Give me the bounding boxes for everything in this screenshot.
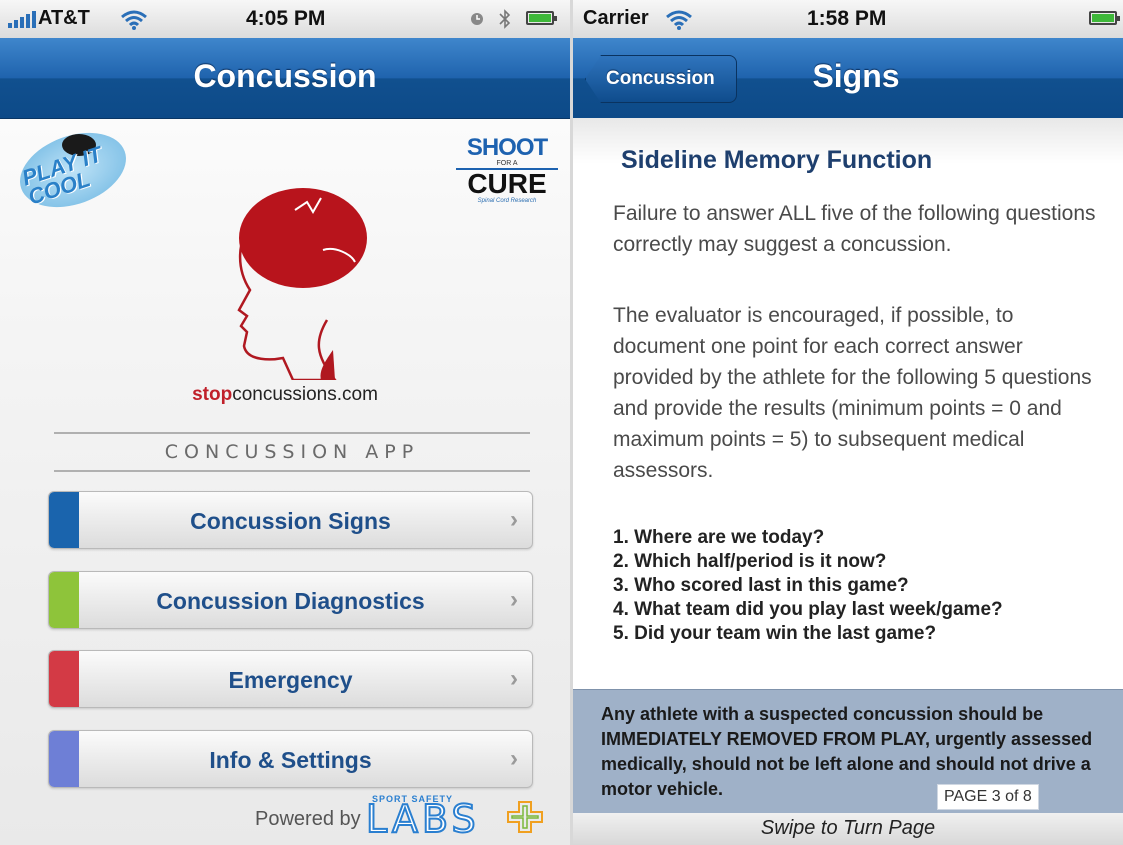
concussion-diagnostics-button[interactable]: Concussion Diagnostics › [48, 571, 533, 629]
play-it-cool-logo: PLAY IT COOL [8, 119, 137, 221]
shoot-for-a-cure-logo: SHOOT FOR A CURE Spinal Cord Research [456, 136, 558, 204]
carrier-name: AT&T [38, 7, 90, 29]
question-list: 1. Where are we today? 2. Which half/per… [613, 526, 1113, 646]
nav-title: Concussion [193, 58, 377, 94]
carrier-name: Carrier [583, 7, 649, 29]
website-link-rest: concussions.com [232, 384, 378, 405]
accent-bar [49, 492, 79, 548]
page-indicator: PAGE 3 of 8 [937, 784, 1039, 810]
concussion-signs-button[interactable]: Concussion Signs › [48, 491, 533, 549]
list-item: 5. Did your team win the last game? [613, 623, 937, 644]
accent-bar [49, 731, 79, 787]
app-banner: CONCUSSION APP [54, 432, 530, 472]
nav-bar: Concussion Signs [573, 38, 1123, 119]
clock-icon [471, 13, 483, 25]
left-screen: AT&T 4:05 PM Concussion PLAY IT COOL SHOO… [0, 0, 570, 845]
cross-emblem-icon [507, 801, 543, 833]
warning-box: Any athlete with a suspected concussion … [573, 689, 1123, 814]
list-item: 1. Where are we today? [613, 527, 825, 548]
emergency-button[interactable]: Emergency › [48, 650, 533, 708]
button-label: Concussion Diagnostics [156, 588, 425, 614]
powered-by-label: Powered by [255, 808, 361, 830]
battery-icon [1089, 11, 1120, 25]
intro-paragraph: Failure to answer ALL five of the follow… [613, 202, 1096, 256]
status-bar: Carrier 1:58 PM [573, 0, 1123, 38]
section-title: Sideline Memory Function [621, 146, 933, 174]
chevron-right-icon: › [510, 665, 518, 692]
wifi-icon [666, 10, 692, 30]
signal-bars-icon [8, 10, 36, 28]
status-time: 1:58 PM [807, 7, 887, 30]
button-label: Emergency [228, 667, 353, 693]
status-time: 4:05 PM [246, 7, 326, 30]
battery-icon [526, 11, 557, 25]
status-bar: AT&T 4:05 PM [0, 0, 570, 38]
chevron-right-icon: › [510, 586, 518, 613]
button-label: Concussion Signs [190, 508, 391, 534]
chevron-right-icon: › [510, 506, 518, 533]
nav-title: Signs [812, 58, 900, 94]
nav-bar: Concussion [0, 38, 570, 119]
chevron-right-icon: › [510, 745, 518, 772]
website-link[interactable]: stopconcussions.com [0, 384, 570, 406]
accent-bar [49, 572, 79, 628]
info-settings-button[interactable]: Info & Settings › [48, 730, 533, 788]
bluetooth-icon [499, 9, 511, 29]
evaluator-paragraph: The evaluator is encouraged, if possible… [613, 304, 1092, 482]
list-item: 3. Who scored last in this game? [613, 575, 909, 596]
accent-bar [49, 651, 79, 707]
website-link-stop: stop [192, 384, 233, 405]
right-screen: Carrier 1:58 PM Concussion Signs Sidelin… [573, 0, 1123, 845]
sport-safety-labs-logo: SPORT SAFETY LABS [365, 794, 548, 839]
button-label: Info & Settings [209, 747, 372, 773]
list-item: 4. What team did you play last week/game… [613, 599, 1003, 620]
head-silhouette-logo [237, 188, 367, 380]
wifi-icon [121, 10, 147, 30]
list-item: 2. Which half/period is it now? [613, 551, 887, 572]
swipe-hint[interactable]: Swipe to Turn Page [573, 813, 1123, 845]
